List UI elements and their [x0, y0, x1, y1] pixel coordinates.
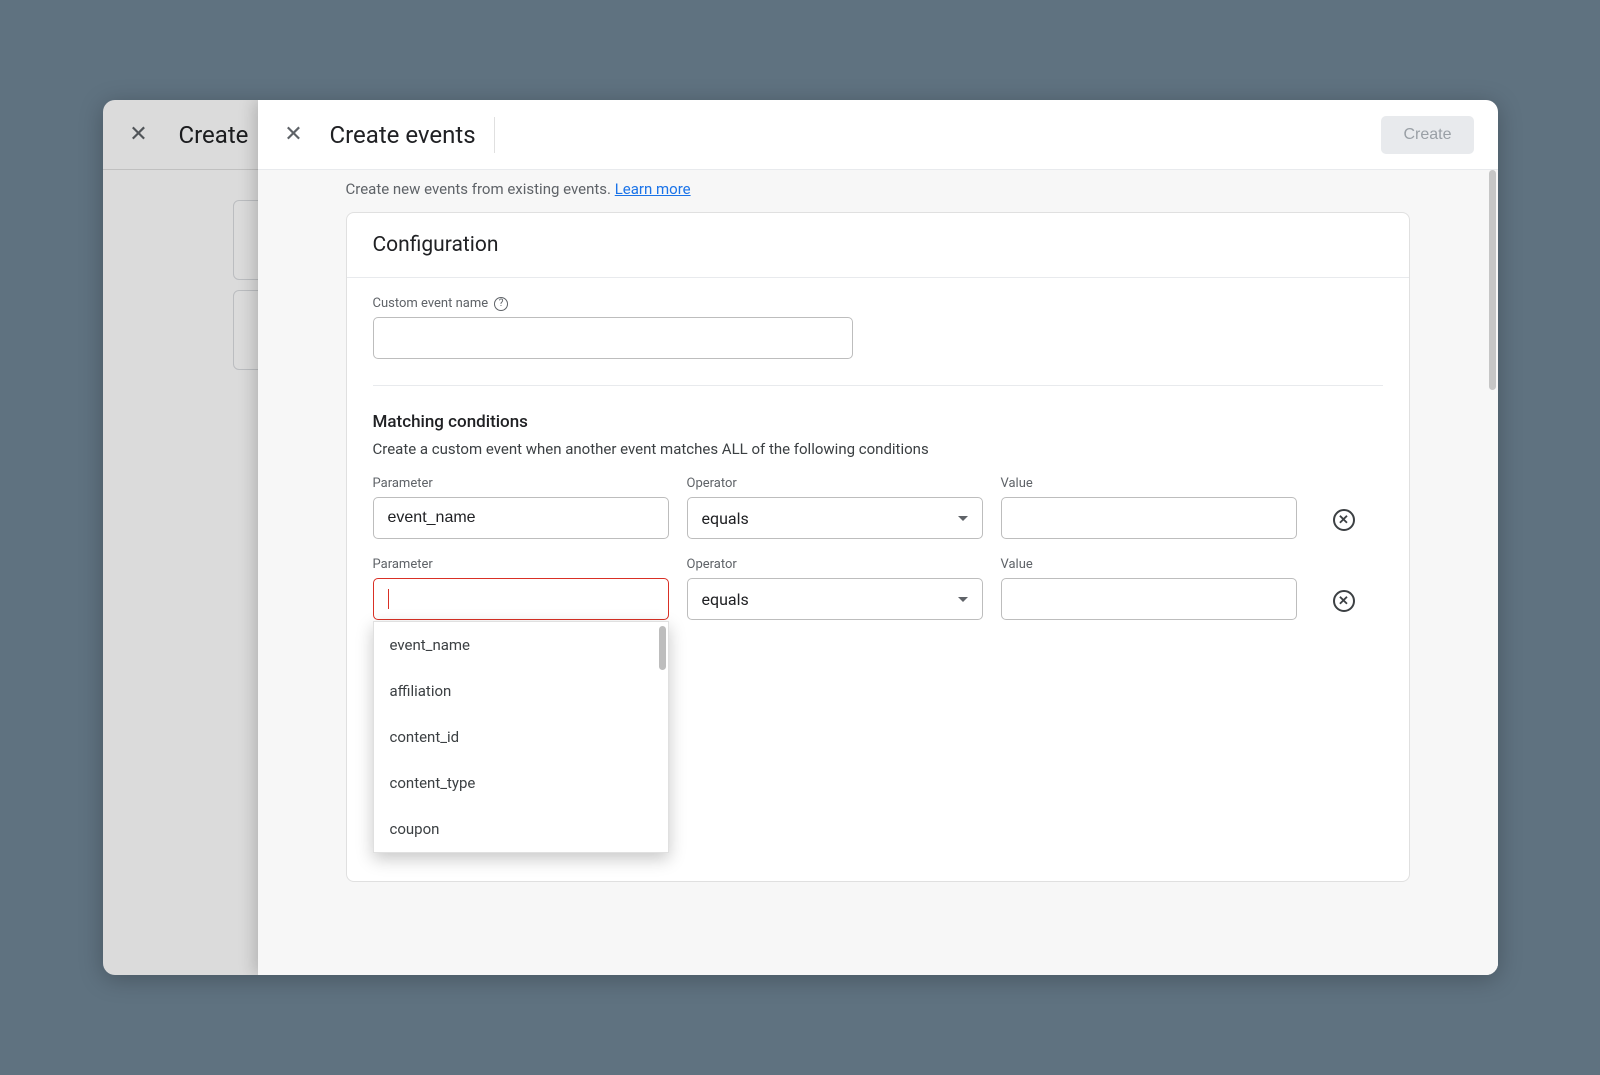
operator-label: Operator	[687, 557, 983, 572]
copy-params-fragment: ent	[627, 706, 1383, 724]
matching-conditions-title: Matching conditions	[373, 412, 1383, 432]
parameter-autocomplete: event_name affiliation content_id conten…	[373, 621, 669, 853]
text-cursor	[388, 589, 389, 609]
autocomplete-option[interactable]: affiliation	[374, 668, 668, 714]
autocomplete-option[interactable]: coupon	[374, 806, 668, 852]
back-panel: ✕ Create ✕ Create events Create Create n…	[103, 100, 1498, 975]
parameter-input[interactable]	[373, 497, 669, 539]
parameter-label: Parameter	[373, 557, 669, 572]
custom-event-name-input[interactable]	[373, 317, 853, 359]
parameter-label: Parameter	[373, 476, 669, 491]
create-button[interactable]: Create	[1381, 116, 1473, 154]
condition-row: Parameter event_name affiliation content…	[373, 557, 1383, 620]
autocomplete-option[interactable]: content_type	[374, 760, 668, 806]
panel-header: ✕ Create events Create	[258, 100, 1498, 170]
panel-body: Create new events from existing events. …	[258, 170, 1498, 975]
divider	[373, 385, 1383, 386]
configuration-heading: Configuration	[347, 213, 1409, 278]
help-icon[interactable]: ?	[494, 297, 508, 311]
learn-more-link[interactable]: Learn more	[615, 180, 691, 198]
create-events-panel: ✕ Create events Create Create new events…	[258, 100, 1498, 975]
intro-text: Create new events from existing events. …	[258, 170, 1498, 212]
panel-title: Create events	[330, 117, 495, 153]
back-title: Create	[179, 121, 249, 149]
autocomplete-option[interactable]: event_name	[374, 622, 668, 668]
operator-select[interactable]: equals	[687, 578, 983, 620]
matching-conditions-subtitle: Create a custom event when another event…	[373, 440, 1383, 458]
chevron-down-icon	[958, 597, 968, 602]
close-icon[interactable]: ✕	[127, 123, 151, 147]
autocomplete-option[interactable]: content_id	[374, 714, 668, 760]
value-label: Value	[1001, 557, 1297, 572]
parameter-input[interactable]	[373, 578, 669, 620]
close-icon[interactable]: ✕	[282, 123, 306, 147]
scrollbar-thumb[interactable]	[659, 626, 666, 670]
remove-condition-icon[interactable]: ✕	[1333, 590, 1355, 612]
value-input[interactable]	[1001, 497, 1297, 539]
value-label: Value	[1001, 476, 1297, 491]
chevron-down-icon	[958, 516, 968, 521]
custom-event-name-label: Custom event name ?	[373, 296, 1383, 311]
condition-row: Parameter Operator equals Value	[373, 476, 1383, 539]
scrollbar-thumb[interactable]	[1489, 170, 1496, 390]
value-input[interactable]	[1001, 578, 1297, 620]
remove-condition-icon[interactable]: ✕	[1333, 509, 1355, 531]
configuration-card: Configuration Custom event name ? Matchi…	[346, 212, 1410, 882]
operator-label: Operator	[687, 476, 983, 491]
operator-select[interactable]: equals	[687, 497, 983, 539]
